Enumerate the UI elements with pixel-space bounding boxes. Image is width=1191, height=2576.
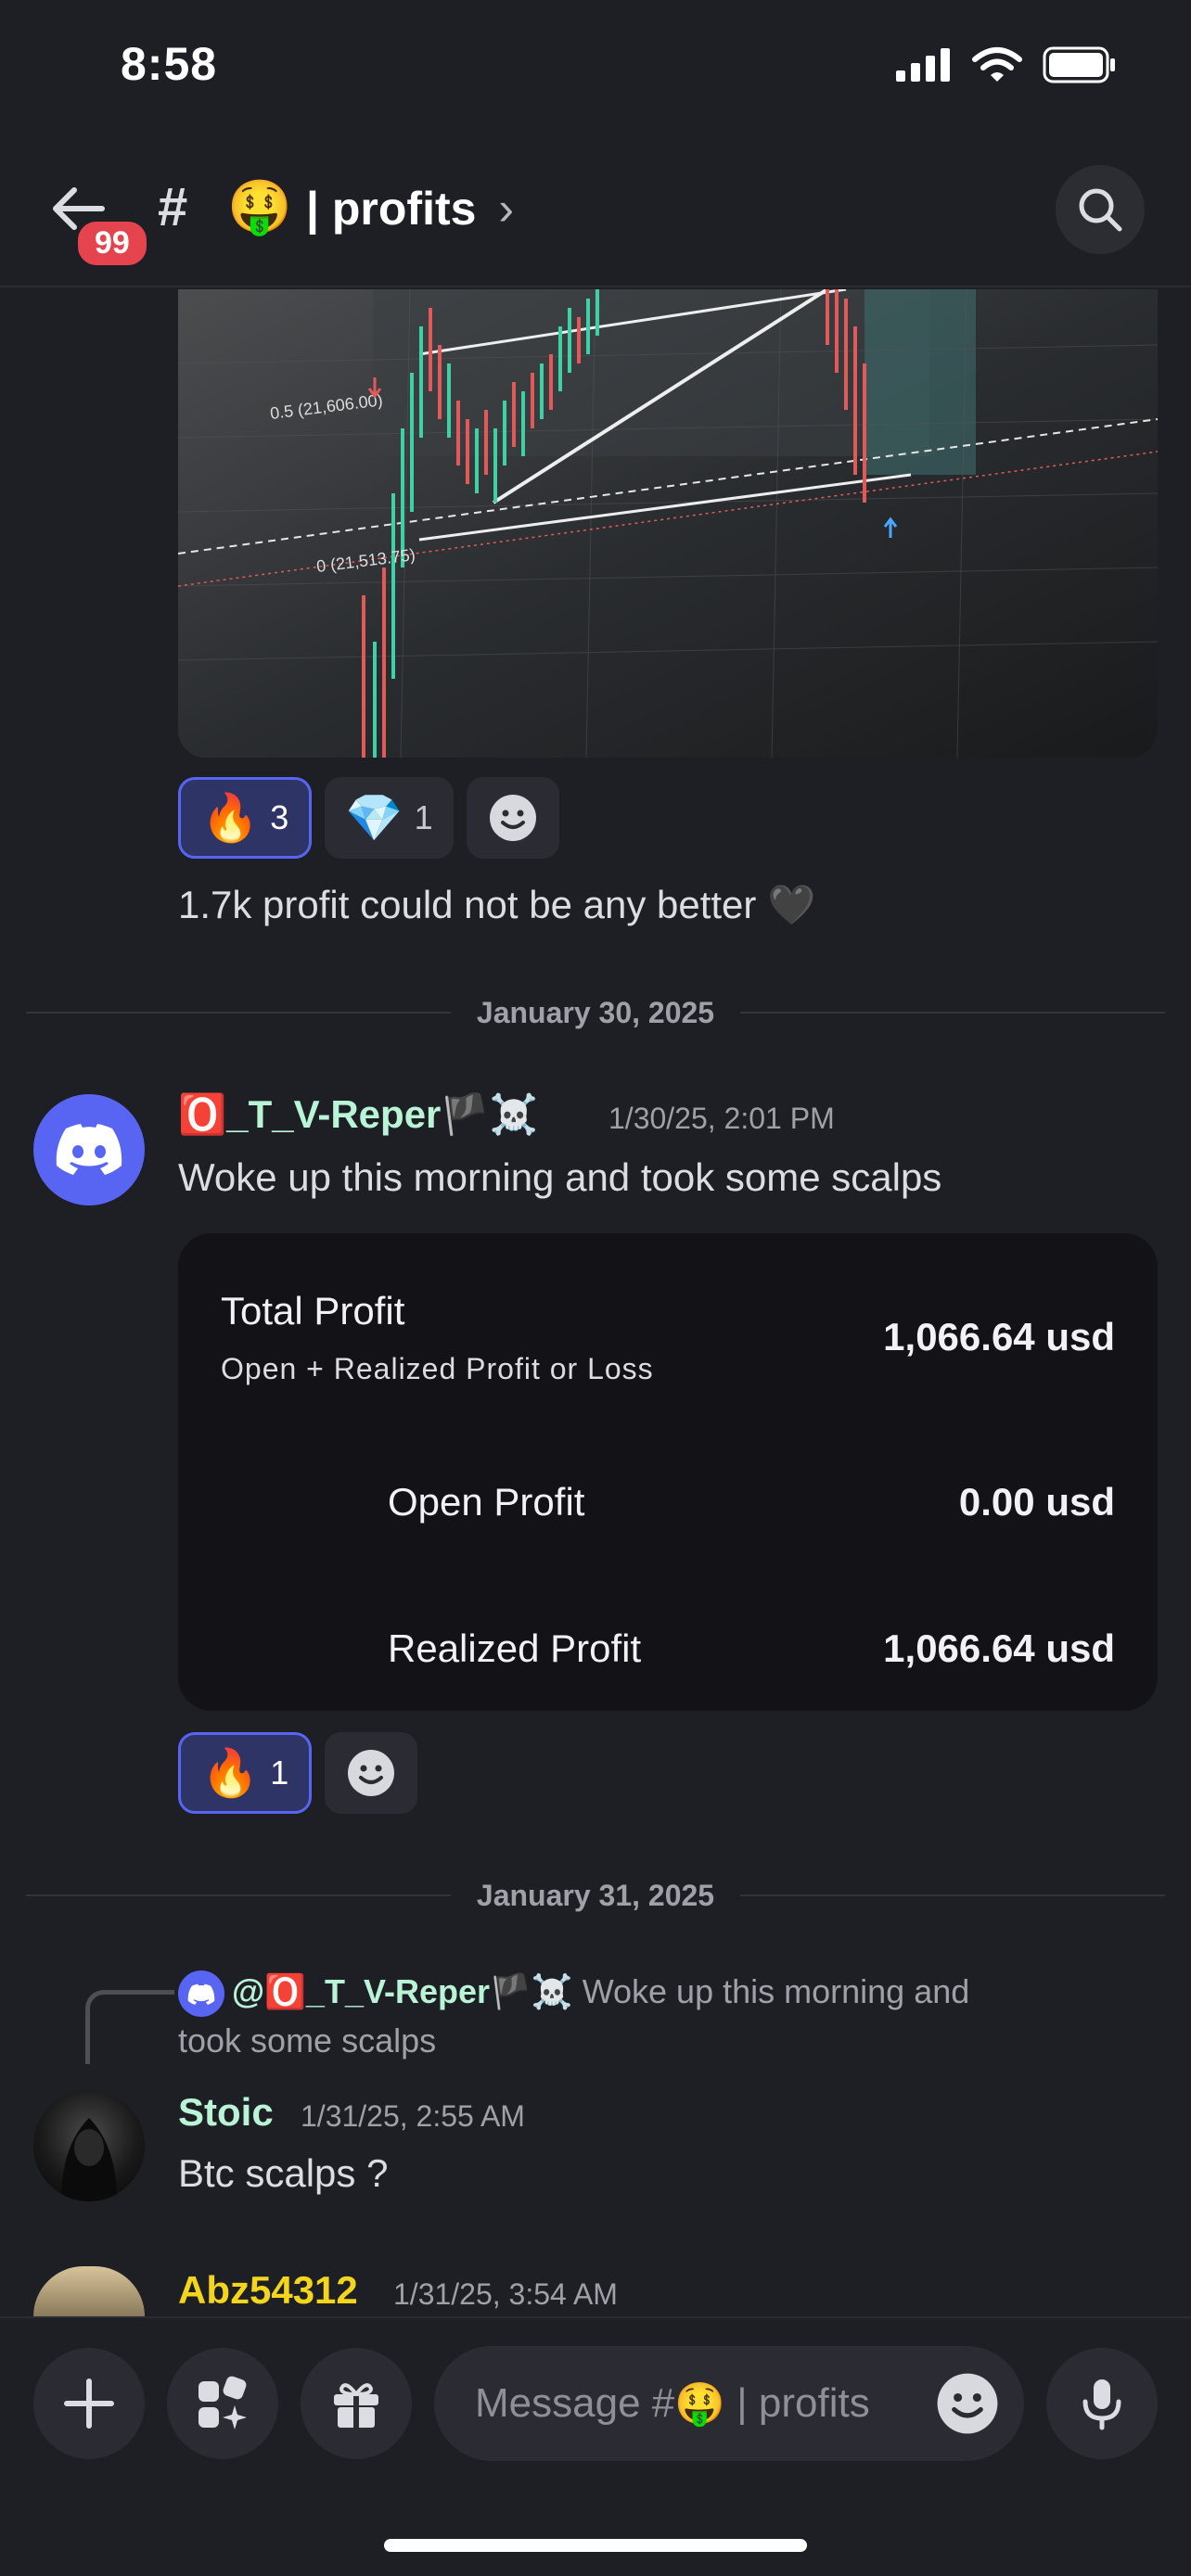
message-timestamp: 1/30/25, 2:01 PM [608, 1102, 835, 1135]
reply-mention: @🅾️_T_V-Reper🏴☠️ [232, 1972, 573, 2010]
reactions-row: 🔥 1 [178, 1732, 418, 1814]
discord-logo-icon [56, 1124, 122, 1175]
profit-card-image[interactable]: Total Profit Open + Realized Profit or L… [178, 1233, 1158, 1711]
discord-logo-icon [187, 1984, 215, 2006]
message-text: Woke up this morning and took some scalp… [178, 1155, 942, 1199]
add-reaction-button[interactable] [466, 777, 559, 859]
input-placeholder-suffix: | profits [725, 2380, 870, 2426]
reply-avatar [178, 1970, 224, 2018]
divider-line [740, 1012, 1165, 1014]
message-timestamp: 1/31/25, 2:55 AM [301, 2099, 525, 2133]
microphone-icon [1082, 2379, 1121, 2430]
add-attachment-button[interactable] [33, 2348, 145, 2459]
username[interactable]: Abz54312 [178, 2268, 358, 2313]
divider-date: January 30, 2025 [476, 995, 715, 1029]
message-text: 1.7k profit could not be any better 🖤 [178, 883, 816, 926]
input-placeholder-emoji: 🤑 [674, 2381, 726, 2427]
wifi-icon [972, 47, 1022, 82]
divider-date: January 31, 2025 [476, 1878, 715, 1912]
gift-button[interactable] [301, 2348, 412, 2459]
message-composer: Message # 🤑 | profits [0, 2316, 1191, 2576]
reactions-row: 🔥 3 💎 1 [178, 777, 559, 859]
smiley-icon [348, 1750, 395, 1796]
fire-emoji: 🔥 [201, 791, 260, 844]
realized-profit-label: Realized Profit [388, 1626, 642, 1670]
status-bar: 8:58 [0, 0, 1191, 130]
divider-line [740, 1894, 1165, 1896]
gem-emoji: 💎 [345, 791, 403, 844]
divider-line [26, 1894, 451, 1896]
chart-image-attachment[interactable]: 0.5 (21,606.00) 0 (21,513.75) [178, 289, 1158, 758]
reaction-count: 1 [270, 1753, 289, 1792]
username[interactable]: Stoic [178, 2090, 274, 2135]
gift-icon [334, 2383, 378, 2428]
unread-badge: 99 [74, 218, 150, 269]
add-reaction-button[interactable] [325, 1732, 418, 1814]
reaction-gem[interactable]: 💎 1 [325, 777, 454, 859]
channel-name: | profits [306, 183, 477, 235]
reaction-fire[interactable]: 🔥 1 [178, 1732, 313, 1814]
channel-title[interactable]: | profits › [306, 182, 514, 236]
search-button[interactable] [1056, 165, 1145, 254]
avatar[interactable] [33, 1094, 145, 1205]
total-profit-label: Total Profit [221, 1289, 405, 1333]
date-divider: January 30, 2025 [26, 994, 1165, 1031]
message-text: Btc scalps ? [178, 2151, 389, 2195]
total-profit-value: 1,066.64 usd [883, 1315, 1115, 1358]
reaction-count: 1 [414, 798, 433, 836]
reply-preview-text-2: took some scalps [178, 2021, 437, 2060]
emoji-picker-icon[interactable] [935, 2371, 1000, 2436]
avatar[interactable] [33, 2266, 145, 2316]
apps-icon [198, 2376, 247, 2429]
input-placeholder-prefix: Message # [475, 2380, 675, 2426]
voice-message-button[interactable] [1046, 2348, 1158, 2459]
status-icons [896, 46, 1117, 83]
reply-preview[interactable]: @🅾️_T_V-Reper🏴☠️ Woke up this morning an… [178, 1968, 1106, 2065]
home-indicator [384, 2539, 807, 2552]
total-profit-subtitle: Open + Realized Profit or Loss [221, 1352, 654, 1385]
username[interactable]: 🅾️_T_V-Reper🏴☠️ [178, 1092, 538, 1138]
channel-header: 99 # 🤑 | profits › [0, 139, 1191, 287]
battery-icon [1043, 46, 1115, 83]
o-button-emoji: 🅾️ [178, 1092, 227, 1136]
search-icon [1079, 188, 1122, 232]
plus-icon [64, 2378, 114, 2429]
fire-emoji: 🔥 [201, 1746, 260, 1799]
reaction-count: 3 [270, 798, 289, 836]
channel-hash-icon: # [158, 177, 188, 237]
trading-chart-photo: 0.5 (21,606.00) 0 (21,513.75) [178, 289, 1158, 758]
reply-connector [85, 1990, 174, 2064]
chevron-right-icon: › [498, 183, 514, 235]
cellular-signal-icon [896, 48, 950, 82]
hooded-figure-avatar [61, 2118, 117, 2201]
divider-line [26, 1012, 451, 1014]
avatar[interactable] [33, 2090, 145, 2201]
reply-preview-text: Woke up this morning and [582, 1972, 970, 2010]
message-timestamp: 1/31/25, 3:54 AM [393, 2277, 618, 2311]
status-time: 8:58 [121, 38, 218, 90]
channel-emoji: 🤑 [227, 177, 292, 236]
message-input[interactable]: Message # 🤑 | profits [434, 2346, 1024, 2461]
apps-button[interactable] [167, 2348, 278, 2459]
open-profit-label: Open Profit [388, 1480, 585, 1524]
open-profit-value: 0.00 usd [958, 1480, 1115, 1524]
reaction-fire[interactable]: 🔥 3 [178, 777, 313, 859]
flag-skull-emoji: 🏴☠️ [441, 1092, 538, 1136]
smiley-icon [489, 795, 536, 841]
username-text: _T_V-Reper [226, 1092, 442, 1136]
date-divider: January 31, 2025 [26, 1877, 1165, 1914]
realized-profit-value: 1,066.64 usd [883, 1626, 1115, 1670]
